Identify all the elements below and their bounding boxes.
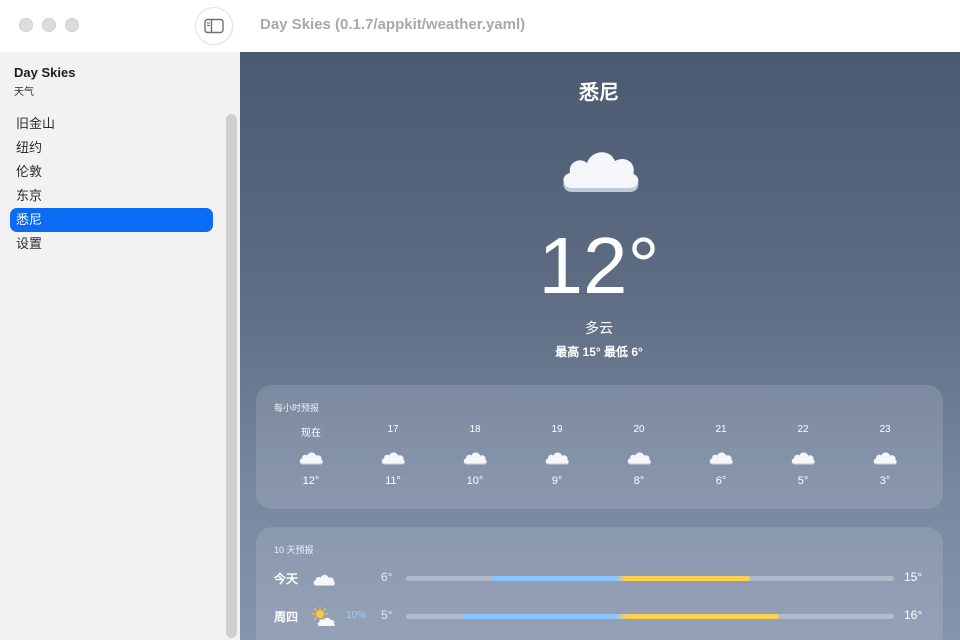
hourly-time: 21: [715, 424, 727, 435]
sidebar-scrollbar[interactable]: [226, 114, 237, 638]
hourly-time: 现在: [301, 428, 321, 439]
sidebar: Day Skies 天气 旧金山 纽约 伦敦 东京 悉尼 设置: [0, 52, 240, 640]
current-condition: 多云: [585, 320, 613, 336]
cloud-icon: [462, 448, 488, 466]
hourly-forecast-title: 每小时预报: [274, 403, 320, 413]
day-low-temperature: 6°: [381, 570, 393, 584]
hourly-item: 现在 12°: [286, 424, 336, 487]
temperature-range-fill: [463, 614, 780, 619]
hourly-time: 23: [879, 424, 891, 435]
title-bar: Day Skies (0.1.7/appkit/weather.yaml): [0, 0, 960, 52]
close-window-button[interactable]: [19, 18, 33, 32]
cloud-icon: [298, 448, 324, 466]
hourly-item: 19 9°: [532, 424, 582, 487]
hourly-temperature: 10°: [466, 475, 484, 487]
hourly-time: 20: [633, 424, 645, 435]
day-name: 今天: [274, 572, 299, 586]
daily-forecast-row: 今天 6° 15°: [256, 565, 943, 591]
hourly-temperature: 5°: [797, 475, 809, 487]
hourly-temperature: 3°: [879, 475, 891, 487]
cloud-icon: [790, 448, 816, 466]
hourly-temperature: 12°: [302, 475, 320, 487]
hourly-item: 23 3°: [860, 424, 910, 487]
hourly-time: 19: [551, 424, 563, 435]
hourly-temperature: 8°: [633, 475, 645, 487]
city-name: 悉尼: [579, 82, 619, 104]
cloud-icon: [563, 152, 639, 192]
cloud-icon: [708, 448, 734, 466]
day-high-temperature: 15°: [904, 570, 923, 584]
app-window: Day Skies (0.1.7/appkit/weather.yaml) Da…: [0, 0, 960, 640]
daily-forecast-card: 10 天预报 今天 6° 15° 周四 10% 5° 16°: [256, 527, 943, 640]
hourly-item: 17 11°: [368, 424, 418, 487]
current-temperature: 12°: [538, 221, 660, 310]
sidebar-item-london[interactable]: 伦敦: [10, 160, 213, 184]
sidebar-item-new-york[interactable]: 纽约: [10, 136, 213, 160]
hourly-item: 20 8°: [614, 424, 664, 487]
hourly-time: 17: [387, 424, 399, 435]
app-name: Day Skies: [14, 65, 76, 80]
daily-forecast-row: 周四 10% 5° 16°: [256, 603, 943, 629]
sidebar-item-sydney[interactable]: 悉尼: [10, 208, 213, 232]
sidebar-item-settings[interactable]: 设置: [10, 232, 213, 256]
hourly-temperature: 11°: [385, 475, 401, 487]
sidebar-item-tokyo[interactable]: 东京: [10, 184, 213, 208]
temperature-range-fill: [492, 576, 751, 581]
high-low-temperature: 最高 15° 最低 6°: [555, 345, 643, 359]
cloud-icon: [544, 448, 570, 466]
temperature-range-bar: [406, 614, 894, 619]
window-title: Day Skies (0.1.7/appkit/weather.yaml): [260, 16, 526, 33]
precipitation-chance: 10%: [346, 610, 367, 621]
cloud-icon: [872, 448, 898, 466]
hourly-item: 22 5°: [778, 424, 828, 487]
sidebar-toggle-icon: [204, 18, 224, 34]
hourly-temperature: 6°: [715, 475, 727, 487]
weather-panel: 悉尼 12° 多云 最高 15° 最低 6° 每小时预报 现在 12° 17 11° 1…: [240, 52, 960, 640]
hourly-time: 22: [797, 424, 809, 435]
daily-forecast-title: 10 天预报: [274, 545, 314, 555]
sidebar-toggle-button[interactable]: [195, 7, 233, 45]
cloud-icon: [626, 448, 652, 466]
sidebar-item-san-francisco[interactable]: 旧金山: [10, 112, 213, 136]
temperature-range-bar: [406, 576, 894, 581]
hourly-item: 18 10°: [450, 424, 500, 487]
hourly-temperature: 9°: [551, 475, 563, 487]
day-low-temperature: 5°: [381, 608, 393, 622]
hourly-forecast-card: 每小时预报 现在 12° 17 11° 18 10° 19 9° 20 8° 21 6° 22 5° 23 3…: [256, 385, 943, 509]
day-name: 周四: [274, 610, 299, 624]
hourly-item: 21 6°: [696, 424, 746, 487]
cloud-icon: [380, 448, 406, 466]
partly-sunny-icon: [311, 605, 336, 627]
cloud-icon: [312, 569, 336, 589]
app-subtitle: 天气: [14, 87, 34, 98]
day-high-temperature: 16°: [904, 608, 923, 622]
city-list: 旧金山 纽约 伦敦 东京 悉尼 设置: [10, 112, 213, 256]
hourly-time: 18: [469, 424, 481, 435]
minimize-window-button[interactable]: [42, 18, 56, 32]
zoom-window-button[interactable]: [65, 18, 79, 32]
